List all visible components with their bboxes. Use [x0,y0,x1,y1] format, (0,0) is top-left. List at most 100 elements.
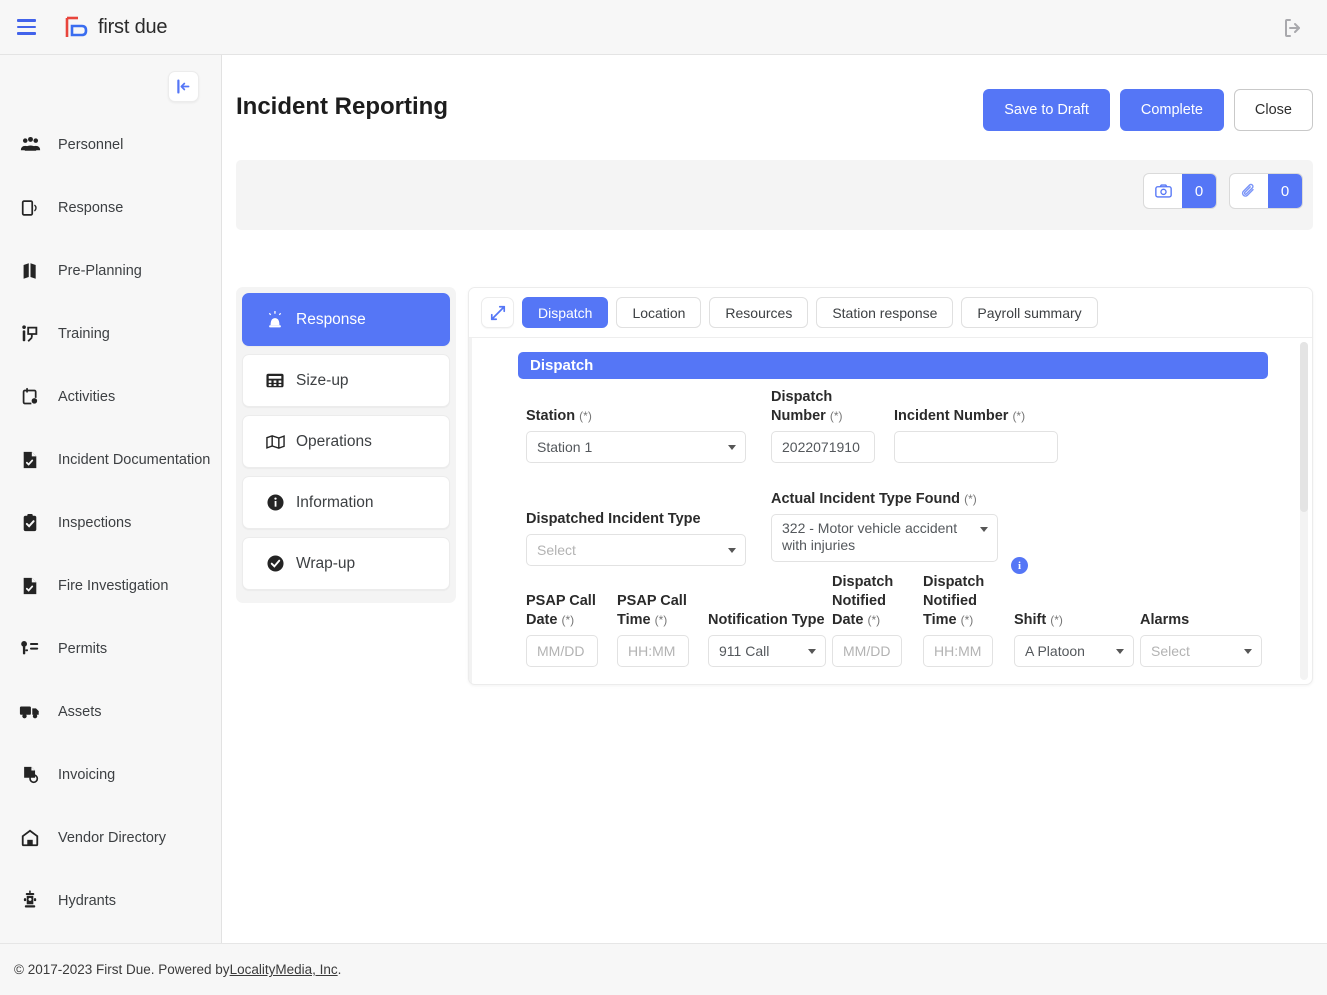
section-menu: Response Size-up [236,287,456,603]
dispatch-number-input[interactable]: 2022071910 [771,431,875,463]
expand-panel-button[interactable] [481,297,514,328]
save-to-draft-button[interactable]: Save to Draft [983,89,1110,131]
camera-icon [1144,174,1182,208]
scrollbar-thumb[interactable] [1300,342,1308,512]
actual-incident-type-select[interactable]: 322 - Motor vehicle accident with injuri… [771,514,998,562]
dispatch-notified-date-input[interactable]: MM/DD [832,635,902,667]
dispatched-incident-type-value: Select [537,542,576,558]
invoice-icon [16,763,44,787]
field-dispatched-incident-type: Dispatched Incident Type Select [526,510,746,566]
station-select[interactable]: Station 1 [526,431,746,463]
check-circle-icon [265,554,285,574]
brand-name: first due [98,16,167,39]
field-label: Alarms [1140,611,1262,630]
logout-icon[interactable] [1281,16,1305,40]
training-icon [16,322,44,346]
map-fold-icon [265,432,285,452]
sidebar-item-training[interactable]: Training [0,302,222,365]
section-item-operations[interactable]: Operations [242,415,450,468]
dispatch-fields: Station (*) Station 1 Dispatch Number [518,379,1268,619]
hamburger-icon[interactable] [12,13,40,41]
shift-select[interactable]: A Platoon [1014,635,1134,667]
tab-dispatch[interactable]: Dispatch [522,297,608,328]
section-item-size-up[interactable]: Size-up [242,354,450,407]
field-actual-incident-type: Actual Incident Type Found (*) 322 - Mot… [771,490,998,562]
sidebar-item-invoicing[interactable]: Invoicing [0,743,222,806]
sidebar-item-response[interactable]: Response [0,176,222,239]
locality-media-link[interactable]: LocalityMedia, Inc [230,962,338,977]
field-label: Incident Number (*) [894,407,1058,426]
tab-station-response[interactable]: Station response [816,297,953,328]
chevron-down-icon [980,527,988,532]
hydrant-icon [16,889,44,913]
chevron-down-icon [728,548,736,553]
sidebar-item-label: Permits [58,641,107,657]
alarms-value: Select [1151,643,1190,659]
info-icon [265,493,285,513]
complete-button[interactable]: Complete [1120,89,1224,131]
sidebar-collapse-button[interactable] [168,71,199,102]
required-marker: (*) [561,613,574,627]
people-icon [16,133,44,157]
sidebar: Personnel Response Pre [0,55,222,943]
tab-bar: Dispatch Location Resources Station resp… [469,288,1312,338]
sidebar-item-label: Fire Investigation [58,578,168,594]
sidebar-item-pre-planning[interactable]: Pre-Planning [0,239,222,302]
field-notification-type: Notification Type 911 Call [708,611,826,667]
dispatch-notified-time-value: HH:MM [934,643,981,659]
field-psap-call-time: PSAP Call Time (*) HH:MM [617,592,689,667]
required-marker: (*) [964,492,977,506]
actual-incident-type-value: 322 - Motor vehicle accident with injuri… [782,520,958,554]
page-header: Incident Reporting Save to Draft Complet… [236,89,1313,135]
chevron-down-icon [808,649,816,654]
actual-incident-type-info-icon[interactable]: i [1011,557,1028,574]
field-label: PSAP Call Date (*) [526,592,598,630]
dispatch-number-value: 2022071910 [782,439,860,455]
file-counter[interactable]: 0 [1229,173,1303,209]
field-label: PSAP Call Time (*) [617,592,689,630]
field-dispatch-notified-time: Dispatch Notified Time (*) HH:MM [923,573,993,667]
sidebar-item-incident-documentation[interactable]: Incident Documentation [0,428,222,491]
chevron-down-icon [728,445,736,450]
section-item-information[interactable]: Information [242,476,450,529]
header-actions: Save to Draft Complete Close [983,89,1313,131]
field-shift: Shift (*) A Platoon [1014,611,1134,667]
tab-payroll-summary[interactable]: Payroll summary [961,297,1097,328]
psap-call-date-input[interactable]: MM/DD [526,635,598,667]
alarms-select[interactable]: Select [1140,635,1262,667]
sidebar-item-permits[interactable]: Permits [0,617,222,680]
psap-call-time-input[interactable]: HH:MM [617,635,689,667]
sidebar-item-personnel[interactable]: Personnel [0,113,222,176]
psap-call-time-value: HH:MM [628,643,675,659]
truck-icon [16,700,44,724]
sidebar-item-activities[interactable]: Activities [0,365,222,428]
sidebar-nav: Personnel Response Pre [0,113,222,932]
section-item-response[interactable]: Response [242,293,450,346]
form-content: Dispatch Station (*) Station 1 [472,352,1313,685]
sidebar-item-label: Incident Documentation [58,452,210,468]
notification-type-value: 911 Call [719,643,769,659]
form-scrollbar[interactable] [1300,342,1308,680]
tab-location[interactable]: Location [616,297,701,328]
sidebar-item-vendor-directory[interactable]: Vendor Directory [0,806,222,869]
incident-number-input[interactable] [894,431,1058,463]
tab-resources[interactable]: Resources [709,297,808,328]
sidebar-item-hydrants[interactable]: Hydrants [0,869,222,932]
sidebar-item-label: Assets [58,704,102,720]
field-station: Station (*) Station 1 [526,407,746,463]
sidebar-item-inspections[interactable]: Inspections [0,491,222,554]
photo-counter[interactable]: 0 [1143,173,1217,209]
chevron-down-icon [1244,649,1252,654]
photo-count: 0 [1182,174,1216,208]
sidebar-item-assets[interactable]: Assets [0,680,222,743]
section-item-wrap-up[interactable]: Wrap-up [242,537,450,590]
dispatch-notified-time-input[interactable]: HH:MM [923,635,993,667]
dispatched-incident-type-select[interactable]: Select [526,534,746,566]
field-label: Station (*) [526,407,746,426]
notification-type-select[interactable]: 911 Call [708,635,826,667]
close-button[interactable]: Close [1234,89,1313,131]
sidebar-item-fire-investigation[interactable]: Fire Investigation [0,554,222,617]
form-scroll-area[interactable]: Dispatch Station (*) Station 1 [469,338,1313,685]
siren-icon [265,310,285,330]
sidebar-item-label: Vendor Directory [58,830,166,846]
